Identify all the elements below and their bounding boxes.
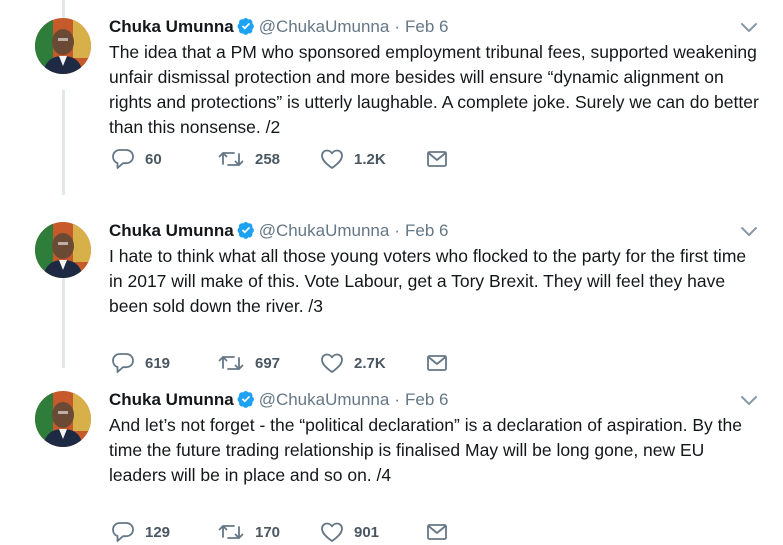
chevron-down-icon[interactable] — [740, 21, 758, 33]
tweet-header: Chuka Umunna @ChukaUmunna · Feb 6 — [109, 219, 449, 243]
like-count: 1.2K — [354, 150, 386, 168]
tweet-header: Chuka Umunna @ChukaUmunna · Feb 6 — [109, 15, 449, 39]
retweet-icon — [217, 352, 245, 374]
avatar[interactable] — [35, 18, 91, 74]
reply-icon — [111, 148, 135, 170]
retweet-icon — [217, 521, 245, 543]
tweet-date[interactable]: Feb 6 — [405, 17, 448, 36]
verified-badge-icon — [237, 17, 255, 42]
reply-count: 129 — [145, 523, 171, 541]
reply-icon — [111, 521, 135, 543]
separator-dot: · — [394, 390, 401, 409]
tweet-text: The idea that a PM who sponsored employm… — [109, 42, 759, 137]
reply-count: 619 — [145, 354, 171, 372]
tweet-date[interactable]: Feb 6 — [405, 390, 448, 409]
author-handle[interactable]: @ChukaUmunna — [259, 221, 390, 240]
direct-message-button[interactable] — [426, 521, 448, 543]
avatar[interactable] — [35, 222, 91, 278]
reply-icon — [111, 352, 135, 374]
direct-message-button[interactable] — [426, 352, 448, 374]
verified-badge-icon — [237, 390, 255, 415]
author-name[interactable]: Chuka Umunna — [109, 390, 234, 409]
separator-dot: · — [394, 17, 401, 36]
tweet[interactable]: Chuka Umunna @ChukaUmunna · Feb 6 I hate to… — [0, 204, 783, 374]
author-handle[interactable]: @ChukaUmunna — [259, 390, 390, 409]
author-name[interactable]: Chuka Umunna — [109, 221, 234, 240]
separator-dot: · — [394, 221, 401, 240]
heart-icon — [320, 352, 344, 374]
verified-badge-icon — [237, 221, 255, 246]
reply-button[interactable]: 129 — [111, 521, 170, 543]
like-count: 901 — [354, 523, 380, 541]
author-name[interactable]: Chuka Umunna — [109, 17, 234, 36]
tweet[interactable]: Chuka Umunna @ChukaUmunna · Feb 6 The idea … — [0, 0, 783, 170]
heart-icon — [320, 148, 344, 170]
retweet-count: 258 — [255, 150, 281, 168]
reply-button[interactable]: 60 — [111, 148, 162, 170]
like-button[interactable]: 2.7K — [320, 352, 386, 374]
retweet-count: 697 — [255, 354, 281, 372]
envelope-icon — [426, 149, 448, 169]
tweet-date[interactable]: Feb 6 — [405, 221, 448, 240]
chevron-down-icon[interactable] — [740, 394, 758, 406]
like-count: 2.7K — [354, 354, 386, 372]
envelope-icon — [426, 353, 448, 373]
retweet-button[interactable]: 170 — [217, 521, 280, 543]
like-button[interactable]: 1.2K — [320, 148, 386, 170]
reply-count: 60 — [145, 150, 162, 168]
avatar[interactable] — [35, 391, 91, 447]
like-button[interactable]: 901 — [320, 521, 379, 543]
direct-message-button[interactable] — [426, 148, 448, 170]
heart-icon — [320, 521, 344, 543]
retweet-button[interactable]: 258 — [217, 148, 280, 170]
retweet-icon — [217, 148, 245, 170]
tweet-header: Chuka Umunna @ChukaUmunna · Feb 6 — [109, 388, 449, 412]
author-handle[interactable]: @ChukaUmunna — [259, 17, 390, 36]
tweet-text: And let’s not forget - the “political de… — [109, 415, 742, 485]
retweet-count: 170 — [255, 523, 281, 541]
tweet-text: I hate to think what all those young vot… — [109, 246, 747, 316]
chevron-down-icon[interactable] — [740, 225, 758, 237]
envelope-icon — [426, 522, 448, 542]
retweet-button[interactable]: 697 — [217, 352, 280, 374]
reply-button[interactable]: 619 — [111, 352, 170, 374]
tweet[interactable]: Chuka Umunna @ChukaUmunna · Feb 6 And let’s… — [0, 373, 783, 543]
